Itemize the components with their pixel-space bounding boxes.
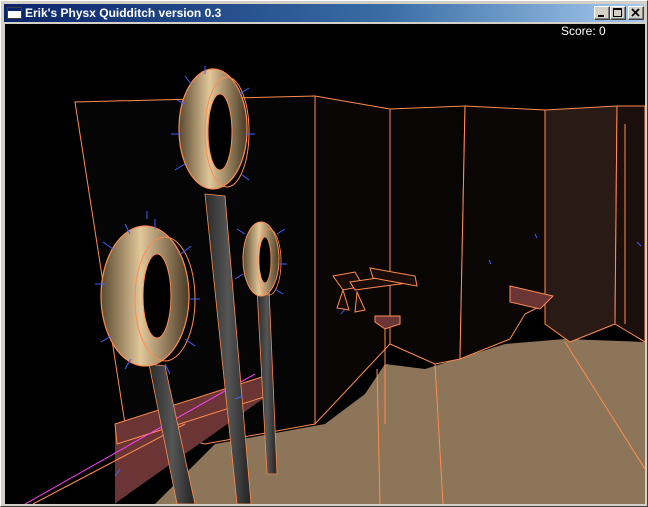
window-title: Erik's Physx Quidditch version 0.3 [25,6,222,20]
title-bar[interactable]: Erik's Physx Quidditch version 0.3 [4,4,644,22]
close-icon [631,8,640,17]
maximize-icon [613,8,622,17]
close-button[interactable] [628,6,644,20]
score-display: Score: 0 [561,24,606,38]
quidditch-scene [5,66,645,504]
maximize-button[interactable] [610,6,626,20]
app-window: Erik's Physx Quidditch version 0.3 Score… [0,0,648,507]
app-window-icon[interactable] [7,6,22,19]
game-viewport[interactable] [5,24,645,504]
minimize-button[interactable] [594,6,610,20]
minimize-icon [598,15,604,17]
